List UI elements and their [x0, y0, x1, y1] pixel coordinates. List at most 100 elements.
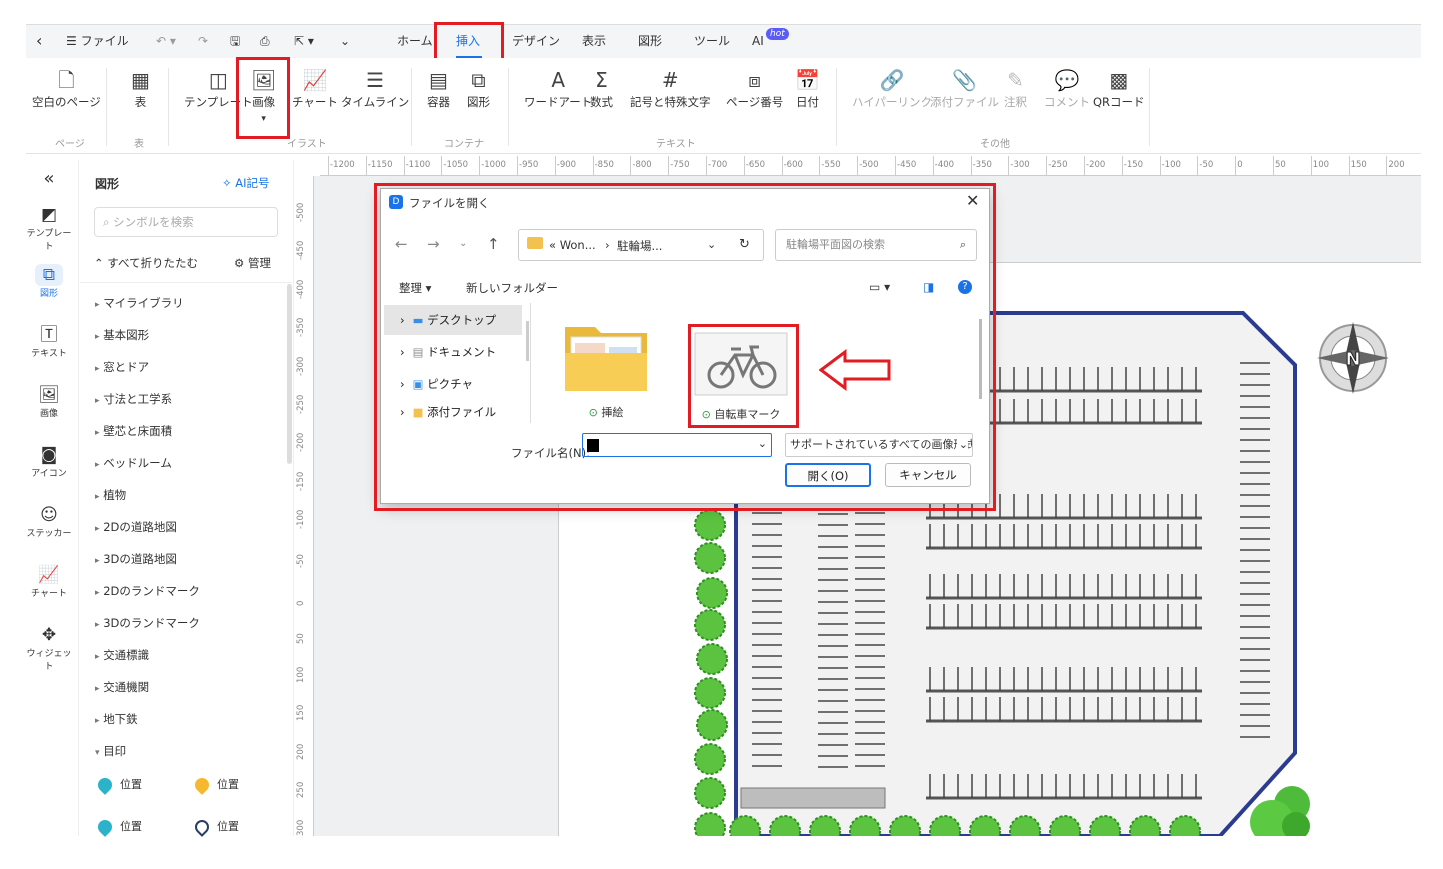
container-icon: ▤ — [429, 68, 448, 92]
group-label-container: コンテナ — [444, 139, 484, 150]
qr-icon: ▩ — [1109, 68, 1129, 92]
symbol-button[interactable]: # 記号と特殊文字 — [630, 66, 711, 110]
chart-button[interactable]: 📈 チャート — [292, 66, 338, 110]
library-item[interactable]: ▸ 寸法と工学系 — [95, 391, 172, 407]
plant-shrub — [696, 577, 728, 609]
pin-item[interactable]: 位置 — [95, 775, 142, 795]
ruler-label: -650 — [745, 160, 766, 170]
rail-sticker[interactable]: ☺ ステッカー — [26, 504, 72, 539]
tab-design[interactable]: デザイン — [512, 24, 560, 58]
library-item[interactable]: ▸ 2Dの道路地図 — [95, 519, 177, 535]
file-menu[interactable]: ☰ ファイル — [66, 24, 129, 58]
tab-tools[interactable]: ツール — [694, 24, 730, 58]
hyperlink-button[interactable]: 🔗 ハイパーリンク — [852, 66, 932, 110]
manage-label: 管理 — [247, 256, 271, 270]
export-icon[interactable]: ⇱ ▾ — [294, 24, 314, 58]
panel-scrollbar[interactable] — [287, 284, 292, 464]
library-item[interactable]: ▸ マイライブラリ — [95, 295, 184, 311]
library-item[interactable]: ▸ 基本図形 — [95, 327, 149, 343]
rail-shape[interactable]: ⧉ 図形 — [26, 264, 72, 299]
library-item[interactable]: ▸ 2Dのランドマーク — [95, 583, 200, 599]
ruler-tick — [706, 156, 707, 176]
attachment-label: 添付ファイル — [930, 95, 999, 109]
symbol-search-input[interactable]: ⌕ シンボルを検索 — [94, 207, 278, 237]
redo-icon[interactable]: ↷ — [198, 24, 208, 58]
ruler-tick — [630, 156, 632, 176]
collapse-all-button[interactable]: ⌃ すべて折りたたむ — [94, 255, 198, 271]
save-icon[interactable]: 🖫 — [230, 24, 240, 58]
plant-shrub — [694, 609, 726, 641]
blank-page-label: 空白のページ — [32, 95, 101, 109]
rail-template[interactable]: ◩ テンプレート — [26, 204, 72, 252]
library-item[interactable]: ▸ 交通機関 — [95, 679, 149, 695]
pin-item[interactable]: 位置 — [192, 817, 239, 837]
divider — [411, 68, 412, 146]
collapse-panel-icon[interactable]: « — [26, 168, 72, 189]
table-button[interactable]: ▦ 表 — [131, 66, 150, 110]
ai-symbol-button[interactable]: ✧ AI記号 — [222, 175, 270, 191]
tab-shape[interactable]: 図形 — [638, 24, 662, 58]
qr-button[interactable]: ▩ QRコード — [1093, 66, 1145, 110]
library-item[interactable]: ▸ 地下鉄 — [95, 711, 138, 727]
pin-label: 位置 — [217, 820, 239, 833]
wordart-button[interactable]: A ワードアート — [524, 66, 592, 110]
ruler-label: -750 — [670, 160, 690, 170]
library-item[interactable]: ▸ 植物 — [95, 487, 126, 503]
library-item-label: 3Dの道路地図 — [103, 552, 177, 566]
more-icon[interactable]: ⌄ — [340, 24, 350, 58]
ruler-label: -400 — [296, 279, 306, 299]
pin-item[interactable]: 位置 — [95, 817, 142, 837]
tab-view[interactable]: 表示 — [582, 24, 606, 58]
manage-button[interactable]: ⚙ 管理 — [234, 255, 271, 271]
sigma-icon: Σ — [595, 68, 608, 92]
pin-label: 位置 — [120, 820, 142, 833]
paperclip-icon: 📎 — [952, 68, 977, 92]
note-button[interactable]: ✎ 注釈 — [1004, 66, 1027, 110]
back-icon[interactable]: ‹ — [36, 24, 42, 58]
gear-icon: ⚙ — [234, 256, 245, 270]
ruler-label: 100 — [296, 666, 306, 683]
library-item[interactable]: ▸ ベッドルーム — [95, 455, 172, 471]
tab-home[interactable]: ホーム — [397, 24, 433, 58]
undo-icon[interactable]: ↶ ▾ — [156, 24, 176, 58]
rail-image[interactable]: 🖼 画像 — [26, 384, 72, 419]
ruler-tick — [1235, 156, 1237, 176]
library-item[interactable]: ▸ 窓とドア — [95, 359, 149, 375]
print-icon[interactable]: ⎙ — [260, 24, 270, 58]
rail-widget[interactable]: ✥ ウィジェット — [26, 624, 72, 672]
library-item-label: 壁芯と床面積 — [103, 424, 173, 438]
blank-page-button[interactable]: 🗋 空白のページ — [32, 66, 101, 110]
library-item[interactable]: ▸ 交通標識 — [95, 647, 149, 663]
pin-item[interactable]: 位置 — [192, 775, 239, 795]
page-number-button[interactable]: ⧈ ページ番号 — [726, 66, 783, 110]
rail-icon[interactable]: ◙ アイコン — [26, 444, 72, 479]
rail-image-label: 画像 — [39, 409, 58, 419]
figure-button[interactable]: ⧉ 図形 — [467, 66, 490, 110]
container-button[interactable]: ▤ 容器 — [427, 66, 450, 110]
formula-button[interactable]: Σ 数式 — [590, 66, 613, 110]
rail-text[interactable]: 🅃 テキスト — [26, 324, 72, 359]
pen-icon: ✎ — [1007, 68, 1024, 92]
ruler-tick — [970, 156, 972, 176]
timeline-button[interactable]: ☰ タイムライン — [341, 66, 409, 110]
rail-chart[interactable]: 📈 チャート — [26, 564, 72, 599]
comment-button[interactable]: 💬 コメント — [1044, 66, 1090, 110]
library-item[interactable]: ▸ 3Dの道路地図 — [95, 551, 177, 567]
chart-icon: 📈 — [302, 68, 328, 92]
ruler-tick — [1008, 156, 1010, 176]
tab-ai[interactable]: AI — [752, 24, 764, 58]
ruler-label: 200 — [1388, 160, 1405, 170]
ruler-label: 50 — [1275, 160, 1286, 170]
date-button[interactable]: 📅 日付 — [795, 66, 820, 110]
attachment-button[interactable]: 📎 添付ファイル — [930, 66, 999, 110]
library-item[interactable]: ▸ 壁芯と床面積 — [95, 423, 172, 439]
library-item[interactable]: ▾ 目印 — [95, 743, 126, 759]
ruler-tick — [365, 156, 367, 176]
library-item[interactable]: ▸ 3Dのランドマーク — [95, 615, 200, 631]
sticker-icon: ☺ — [40, 505, 58, 525]
rail-template-label: テンプレート — [26, 229, 72, 252]
rail-widget-label: ウィジェット — [26, 649, 72, 672]
compass-icon: N — [1317, 322, 1389, 394]
timeline-label: タイムライン — [341, 95, 410, 109]
ruler-tick — [1273, 156, 1274, 176]
